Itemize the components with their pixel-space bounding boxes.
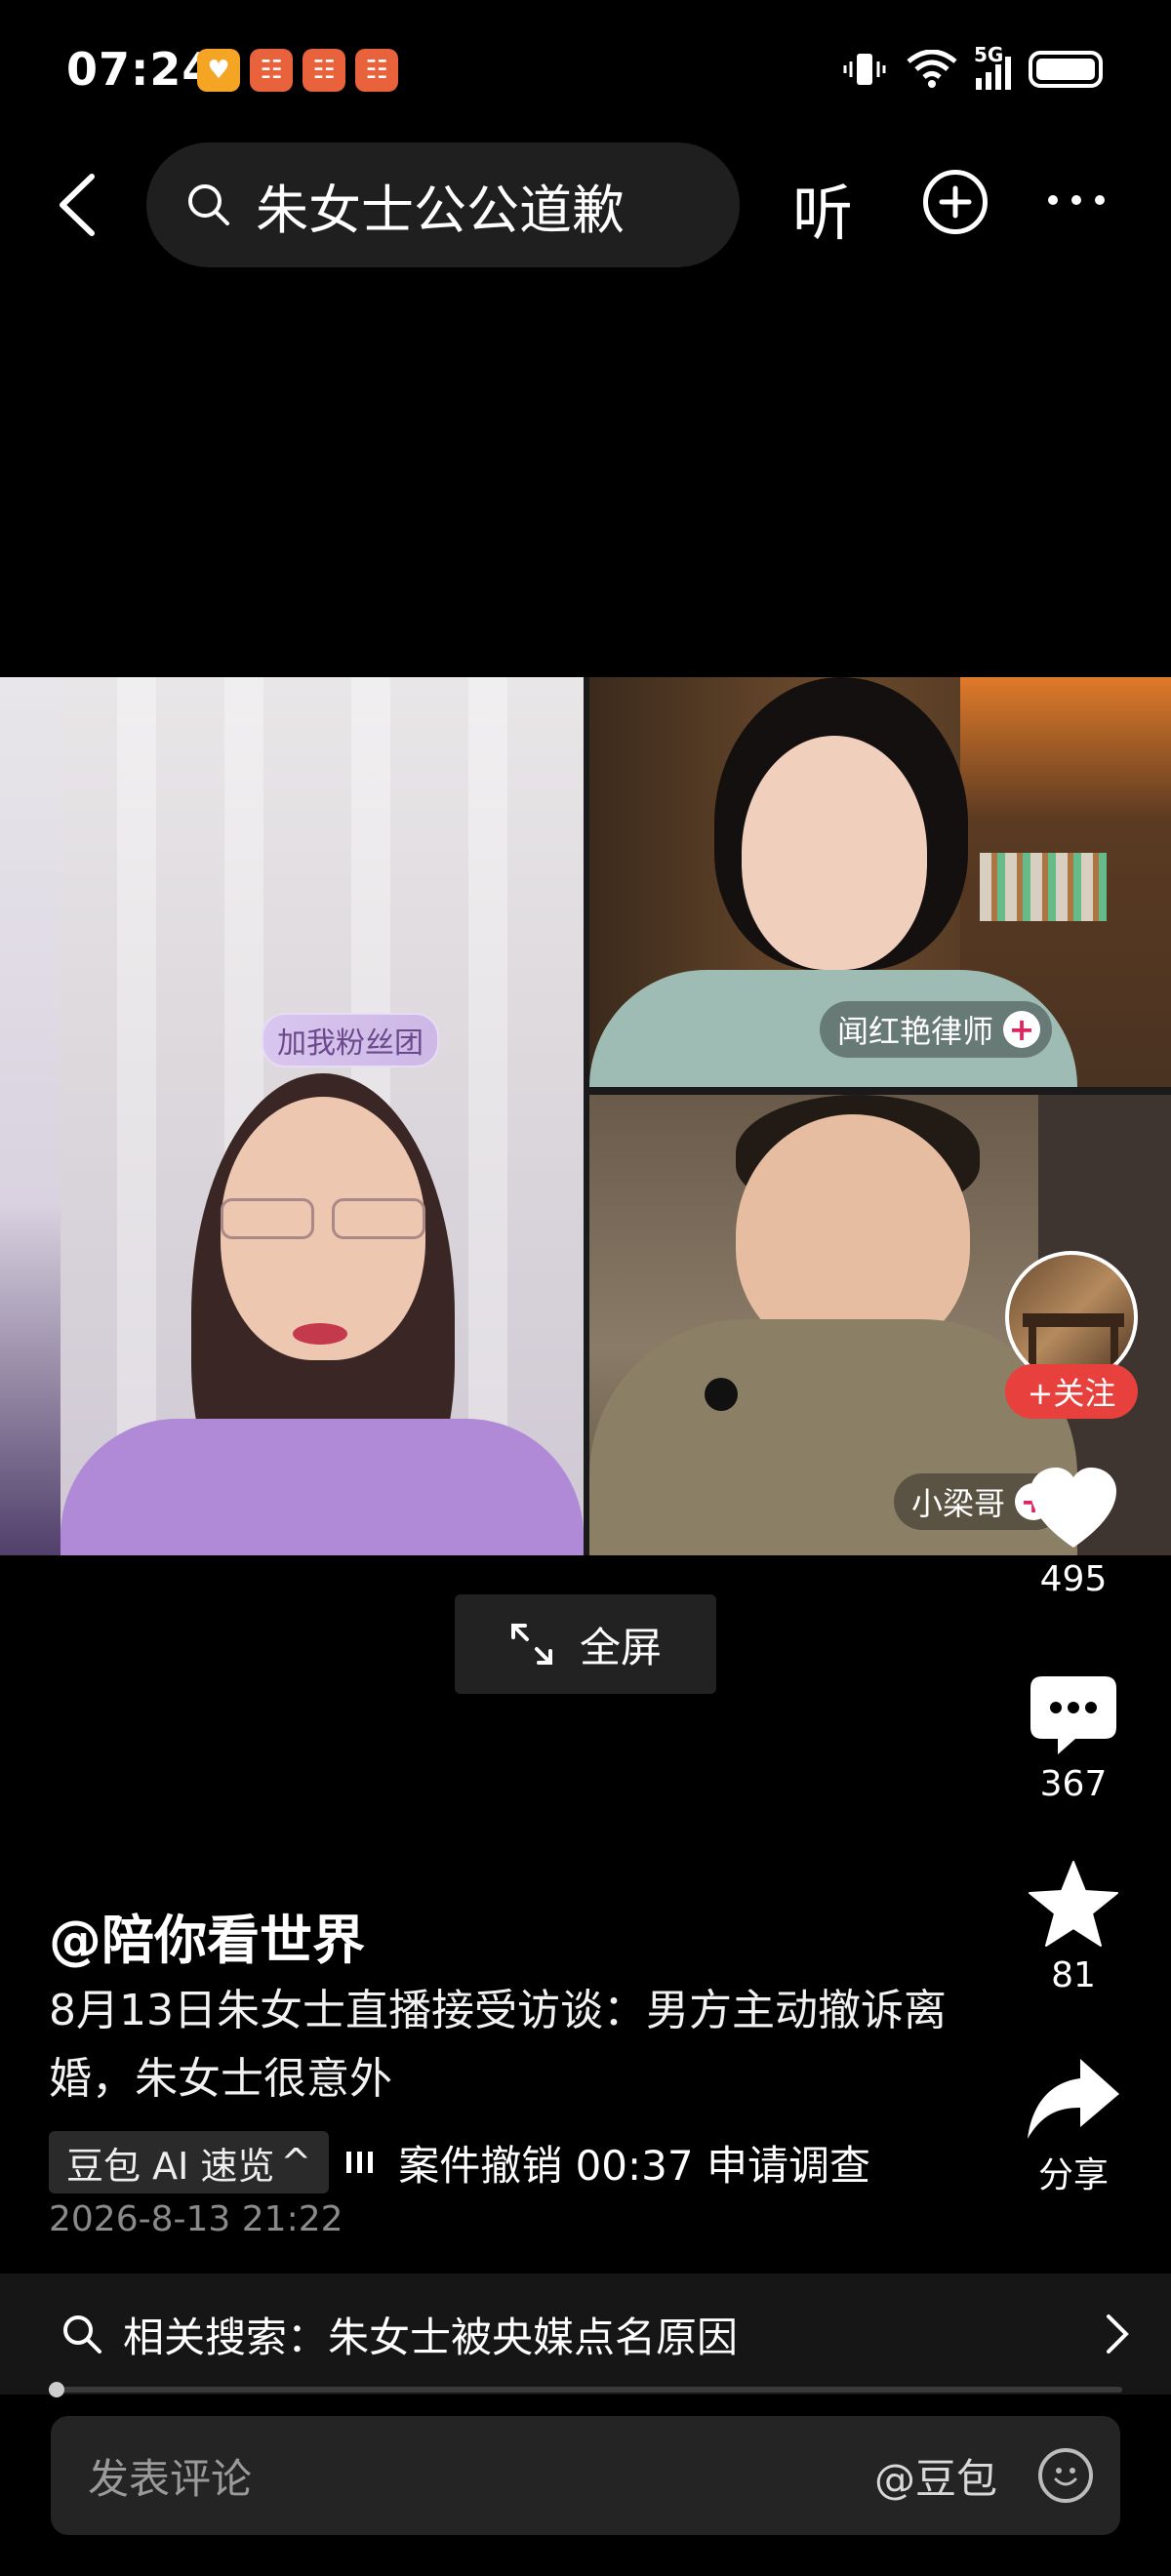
chevron-right-icon <box>1107 2314 1129 2354</box>
search-query: 朱女士公公道歉 <box>256 179 625 241</box>
fan-club-badge[interactable]: 加我粉丝团 <box>262 1013 439 1067</box>
post-caption: 8月13日朱女士直播接受访谈：男方主动撤诉离婚，朱女士很意外 <box>49 1986 947 2104</box>
fullscreen-label: 全屏 <box>579 1623 662 1671</box>
status-right: 5G <box>841 43 1103 94</box>
back-button[interactable] <box>47 166 105 244</box>
follow-button[interactable]: +关注 <box>1005 1364 1138 1419</box>
ai-summary-chip[interactable]: 豆包 AI 速览 ^ <box>49 2131 330 2194</box>
chevron-up-icon: ^ <box>280 2141 312 2184</box>
comment-input[interactable]: 发表评论 @豆包 <box>51 2416 1120 2535</box>
status-time: 07:24 <box>66 43 215 96</box>
ai-chapter-ticker[interactable]: 案件撤销 00:37 申请调查 <box>398 2133 925 2193</box>
cellular-signal: 5G <box>974 43 1011 90</box>
app-notification-icon: ☷ <box>250 49 293 92</box>
guest-video-panel-lawyer: 闻红艳律师 + <box>589 677 1171 1087</box>
more-dot-icon <box>1048 195 1058 205</box>
comment-count: 367 <box>1039 1764 1108 1804</box>
battery-icon <box>1029 51 1103 88</box>
status-bar: 07:24 ♥ ☷ ☷ ☷ 5G <box>0 0 1171 137</box>
search-box[interactable]: 朱女士公公道歉 <box>146 142 740 267</box>
wifi-icon <box>907 50 957 88</box>
related-search-bar[interactable]: 相关搜索：朱女士被央媒点名原因 <box>0 2274 1171 2395</box>
ai-summary-row[interactable]: 豆包 AI 速览 ^ 案件撤销 00:37 申请调查 <box>49 2131 925 2194</box>
comment-action[interactable]: 367 <box>995 1674 1151 1804</box>
listen-button[interactable]: 听 <box>792 164 853 252</box>
more-dot-icon <box>1095 195 1105 205</box>
favorite-action[interactable]: 81 <box>995 1860 1151 1995</box>
heart-icon[interactable] <box>1027 1466 1120 1553</box>
ai-chip-label: 豆包 AI 速览 <box>66 2144 275 2188</box>
more-dot-icon <box>1071 195 1081 205</box>
back-arrow-icon <box>60 174 95 236</box>
follow-guest-plus-icon[interactable]: + <box>1003 1011 1041 1048</box>
video-progress-bar[interactable] <box>48 2382 1122 2397</box>
add-button[interactable] <box>923 170 988 234</box>
vibrate-icon <box>843 54 886 85</box>
app-notification-icon: ☷ <box>355 49 398 92</box>
comment-placeholder: 发表评论 <box>88 2454 253 2503</box>
progress-knob[interactable] <box>48 2382 64 2397</box>
share-arrow-icon[interactable] <box>1026 2057 1121 2141</box>
expand-icon <box>510 1624 552 1665</box>
search-icon <box>63 2315 101 2354</box>
author-name[interactable]: @陪你看世界 <box>49 1897 365 1974</box>
guest2-name: 小梁哥 <box>911 1485 1006 1522</box>
audio-bars-icon <box>346 2152 374 2173</box>
favorite-count: 81 <box>1051 1955 1096 1995</box>
guest-name-tag[interactable]: 闻红艳律师 + <box>820 1001 1053 1058</box>
heart-app-icon: ♥ <box>197 49 240 92</box>
related-search-text: 相关搜索：朱女士被央媒点名原因 <box>123 2313 739 2361</box>
video-player[interactable]: 加我粉丝团 闻红艳律师 + 小梁哥 + <box>0 677 1171 1555</box>
smiley-icon <box>1054 2468 1077 2486</box>
search-icon <box>188 184 229 225</box>
guest1-name: 闻红艳律师 <box>837 1013 994 1050</box>
app-notification-icon: ☷ <box>303 49 345 92</box>
fullscreen-button[interactable]: 全屏 <box>455 1594 716 1694</box>
star-icon[interactable] <box>1027 1860 1120 1950</box>
network-type: 5G <box>974 43 1004 66</box>
mention-doubao-button[interactable]: @豆包 <box>874 2446 997 2506</box>
more-options-button[interactable] <box>1048 195 1105 205</box>
share-label: 分享 <box>1037 2155 1109 2195</box>
plus-icon <box>939 185 972 219</box>
share-action[interactable]: 分享 <box>995 2057 1151 2197</box>
like-count: 495 <box>1039 1559 1108 1599</box>
post-timestamp: 2026-8-13 21:22 <box>49 2199 343 2239</box>
emoji-button[interactable] <box>1038 2448 1093 2503</box>
host-video-panel: 加我粉丝团 <box>0 677 584 1555</box>
like-action[interactable]: 495 <box>995 1466 1151 1599</box>
comment-bubble-icon[interactable] <box>1029 1674 1118 1758</box>
